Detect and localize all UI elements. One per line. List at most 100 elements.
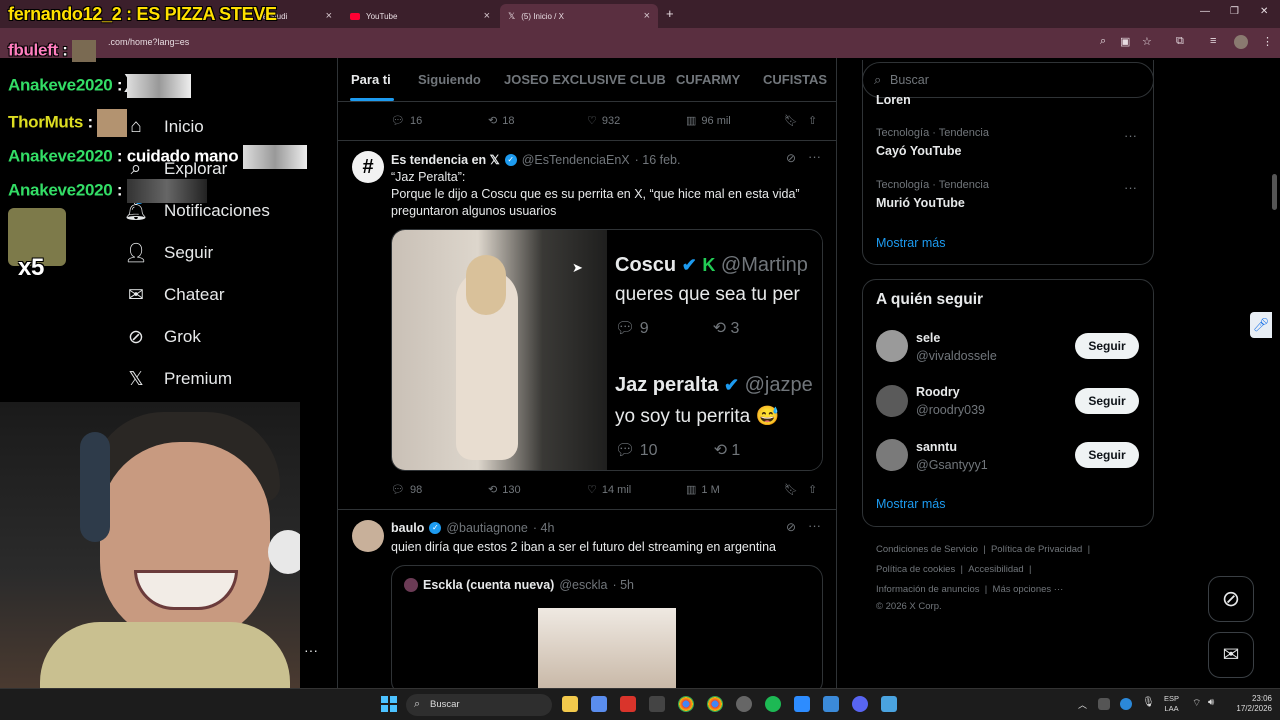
- tray-icon[interactable]: [1098, 698, 1110, 710]
- messages-button[interactable]: ✉: [1208, 632, 1254, 678]
- zoom-icon[interactable]: ⌕: [1100, 35, 1106, 48]
- grok-icon[interactable]: ⊘: [786, 520, 796, 534]
- more-icon[interactable]: ···: [1124, 180, 1137, 195]
- windows-start-icon[interactable]: [381, 696, 397, 712]
- avatar[interactable]: [876, 330, 908, 362]
- minimize-icon[interactable]: —: [1200, 6, 1210, 17]
- footer-link[interactable]: Información de anuncios: [876, 584, 980, 595]
- more-icon[interactable]: ···: [808, 518, 821, 533]
- profile-avatar[interactable]: [1234, 35, 1248, 49]
- tab-cufarmy[interactable]: CUFARMY: [676, 72, 740, 87]
- language-indicator[interactable]: ESP LAA: [1164, 694, 1179, 714]
- chrome-icon[interactable]: [707, 696, 723, 712]
- avatar[interactable]: #: [352, 151, 384, 183]
- more-icon[interactable]: ···: [304, 642, 318, 658]
- show-more-link[interactable]: Mostrar más: [876, 497, 945, 511]
- clock[interactable]: 23:06 17/2/2026: [1226, 694, 1272, 714]
- more-icon[interactable]: ···: [808, 149, 821, 164]
- reading-list-icon[interactable]: ≡: [1210, 35, 1216, 47]
- follow-button[interactable]: Seguir: [1075, 333, 1139, 359]
- close-icon[interactable]: ×: [484, 10, 490, 22]
- restore-icon[interactable]: ❐: [1230, 6, 1239, 17]
- post-media[interactable]: Coscu ✔ K @Martinp queres que sea tu per…: [391, 229, 823, 471]
- reply-button[interactable]: 💬︎ 16: [391, 114, 422, 128]
- author-handle[interactable]: @bautiagnone: [446, 521, 528, 535]
- chevron-up-icon[interactable]: ︿: [1078, 698, 1087, 711]
- avatar[interactable]: [352, 520, 384, 552]
- app-icon[interactable]: [649, 696, 665, 712]
- scrollbar[interactable]: [1270, 62, 1278, 682]
- repost-button[interactable]: ⟲ 18: [488, 114, 514, 128]
- footer-link[interactable]: Política de cookies: [876, 564, 955, 575]
- star-icon[interactable]: ☆: [1142, 35, 1152, 48]
- taskbar-search[interactable]: ⌕ Buscar: [406, 694, 552, 716]
- url-field[interactable]: .com/home?lang=es: [108, 37, 189, 47]
- spotify-icon[interactable]: [765, 696, 781, 712]
- follow-button[interactable]: Seguir: [1075, 442, 1139, 468]
- footer-link[interactable]: Política de Privacidad: [991, 544, 1082, 555]
- browser-tab-youtube[interactable]: YouTube ×: [342, 4, 498, 28]
- app-icon[interactable]: [881, 696, 897, 712]
- bookmark-icon[interactable]: 🔖︎: [784, 483, 798, 496]
- nav-item-grok[interactable]: ⊘ Grok: [124, 322, 201, 352]
- nav-item-chatear[interactable]: ✉ Chatear: [124, 280, 224, 310]
- like-button[interactable]: ♡ 932: [587, 114, 620, 128]
- tab-para-ti[interactable]: Para ti: [351, 72, 391, 87]
- grok-icon[interactable]: ⊘: [786, 151, 796, 165]
- author-name[interactable]: baulo: [391, 521, 424, 535]
- extensions-icon[interactable]: ⧉: [1176, 35, 1184, 48]
- footer-link[interactable]: Más opciones ···: [993, 584, 1064, 595]
- menu-icon[interactable]: ⋮: [1262, 35, 1273, 48]
- avatar[interactable]: [876, 385, 908, 417]
- close-icon[interactable]: ×: [644, 10, 650, 22]
- close-window-icon[interactable]: ✕: [1260, 6, 1268, 17]
- photos-icon[interactable]: [823, 696, 839, 712]
- app-icon[interactable]: [794, 696, 810, 712]
- follow-suggestion[interactable]: sanntu @Gsantyyy1: [916, 440, 988, 472]
- show-more-link[interactable]: Mostrar más: [876, 236, 945, 250]
- wifi-icon[interactable]: ⌔: [1192, 697, 1201, 710]
- cast-icon[interactable]: ▣: [1120, 35, 1130, 48]
- tab-cufistas[interactable]: CUFISTAS: [763, 72, 827, 87]
- nav-item-seguir[interactable]: 👤︎ Seguir: [124, 238, 213, 268]
- post-time[interactable]: · 16 feb.: [635, 153, 681, 167]
- app-icon[interactable]: [620, 696, 636, 712]
- views-button[interactable]: ▥ 1 M: [686, 483, 720, 497]
- post-time[interactable]: · 4h: [533, 521, 555, 535]
- file-explorer-icon[interactable]: [562, 696, 578, 712]
- follow-suggestion[interactable]: Roodry @roodry039: [916, 385, 985, 417]
- repost-button[interactable]: ⟲ 130: [488, 483, 521, 497]
- follow-suggestion[interactable]: sele @vivaldossele: [916, 331, 997, 363]
- nav-item-inicio[interactable]: ⌂ Inicio: [124, 112, 203, 142]
- volume-icon[interactable]: 🔊︎: [1208, 697, 1214, 708]
- more-icon[interactable]: ···: [1124, 128, 1137, 143]
- new-tab-button[interactable]: +: [666, 6, 674, 21]
- mic-icon[interactable]: 🎙︎: [1142, 697, 1155, 708]
- reply-button[interactable]: 💬︎ 98: [391, 483, 422, 497]
- bookmark-icon[interactable]: 🔖︎: [784, 114, 798, 127]
- onedrive-icon[interactable]: [1120, 698, 1132, 710]
- author-name[interactable]: Es tendencia en 𝕏: [391, 152, 500, 167]
- author-handle[interactable]: @EsTendenciaEnX: [522, 153, 630, 167]
- app-icon[interactable]: [736, 696, 752, 712]
- chrome-icon[interactable]: [678, 696, 694, 712]
- app-icon[interactable]: [591, 696, 607, 712]
- scrollbar-thumb[interactable]: [1272, 174, 1277, 210]
- avatar[interactable]: [876, 439, 908, 471]
- share-icon[interactable]: ⇧: [808, 114, 817, 127]
- trend-item[interactable]: Tecnología · Tendencia Murió YouTube: [876, 179, 989, 210]
- tab-joseo[interactable]: JOSEO EXCLUSIVE CLUB: [504, 72, 666, 87]
- views-button[interactable]: ▥ 96 mil: [686, 114, 731, 128]
- footer-link[interactable]: Accesibilidad: [968, 564, 1023, 575]
- quoted-post[interactable]: Esckla (cuenta nueva) @esckla · 5h: [391, 565, 823, 695]
- discord-icon[interactable]: [852, 696, 868, 712]
- grok-button[interactable]: ⊘: [1208, 576, 1254, 622]
- microphone-icon[interactable]: 🎤︎: [1250, 312, 1272, 338]
- like-button[interactable]: ♡ 14 mil: [587, 483, 631, 497]
- close-icon[interactable]: ×: [326, 10, 332, 22]
- tab-siguiendo[interactable]: Siguiendo: [418, 72, 481, 87]
- browser-tab-x[interactable]: 𝕏 (5) Inicio / X ×: [500, 4, 658, 28]
- footer-link[interactable]: Condiciones de Servicio: [876, 544, 978, 555]
- trend-item[interactable]: Tecnología · Tendencia Cayó YouTube: [876, 127, 989, 158]
- share-icon[interactable]: ⇧: [808, 483, 817, 496]
